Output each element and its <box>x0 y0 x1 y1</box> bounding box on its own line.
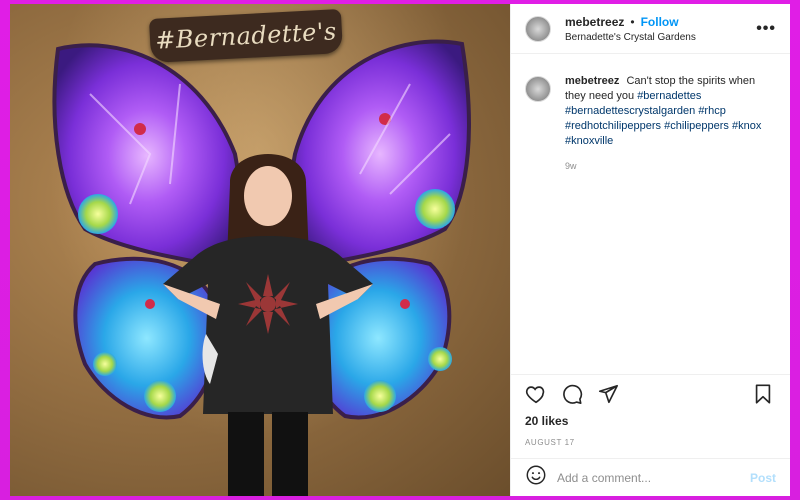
post-comment-button[interactable]: Post <box>750 471 776 485</box>
crystal-cluster <box>415 189 455 229</box>
caption-body: mebetreez Can't stop the spirits when th… <box>565 74 776 174</box>
likes-count[interactable]: 20 likes <box>511 414 790 436</box>
follow-button[interactable]: Follow <box>641 15 679 29</box>
red-gem <box>400 299 410 309</box>
header-text: mebetreez • Follow Bernadette's Crystal … <box>565 15 756 43</box>
comments-section: mebetreez Can't stop the spirits when th… <box>511 54 790 374</box>
add-comment-bar: Post <box>511 458 790 496</box>
red-gem <box>134 123 146 135</box>
hashtag-link[interactable]: #knoxville <box>565 135 613 147</box>
post-sidebar: mebetreez • Follow Bernadette's Crystal … <box>510 4 790 496</box>
location-link[interactable]: Bernadette's Crystal Gardens <box>565 32 756 43</box>
post-header: mebetreez • Follow Bernadette's Crystal … <box>511 4 790 54</box>
hashtag-link[interactable]: #redhotchilipeppers <box>565 120 661 132</box>
action-bar <box>511 374 790 414</box>
share-icon[interactable] <box>597 383 621 407</box>
post-photo[interactable]: #Bernadette's <box>10 4 510 496</box>
emoji-icon[interactable] <box>525 464 547 491</box>
sign-text: #Bernadette's <box>154 17 338 55</box>
instagram-post-frame: #Bernadette's mebetreez • Follow Bernade… <box>10 4 790 496</box>
more-horizontal-icon[interactable]: ••• <box>756 20 776 38</box>
caption-avatar[interactable] <box>525 76 551 102</box>
bookmark-icon[interactable] <box>752 383 776 407</box>
hashtag-link[interactable]: #rhcp <box>698 105 726 117</box>
crystal-cluster <box>78 194 118 234</box>
person-figure <box>163 154 373 496</box>
hashtag-link[interactable]: #knox <box>732 120 761 132</box>
heart-icon[interactable] <box>525 383 549 407</box>
hashtag-link[interactable]: #bernadettescrystalgarden <box>565 105 695 117</box>
avatar[interactable] <box>525 15 551 42</box>
comment-icon[interactable] <box>561 383 585 407</box>
username-link[interactable]: mebetreez <box>565 15 624 29</box>
separator-dot: • <box>630 14 635 29</box>
post-age[interactable]: 9w <box>565 159 776 174</box>
hashtag-link[interactable]: #chilipeppers <box>664 120 729 132</box>
crystal-cluster <box>428 347 452 371</box>
post-date: AUGUST 17 <box>525 438 575 447</box>
red-gem <box>145 299 155 309</box>
hashtag-link[interactable]: #bernadettes <box>637 90 701 102</box>
caption-comment: mebetreez Can't stop the spirits when th… <box>525 74 776 174</box>
caption-username[interactable]: mebetreez <box>565 75 619 87</box>
crystal-cluster <box>93 352 117 376</box>
comment-input[interactable] <box>557 470 750 485</box>
